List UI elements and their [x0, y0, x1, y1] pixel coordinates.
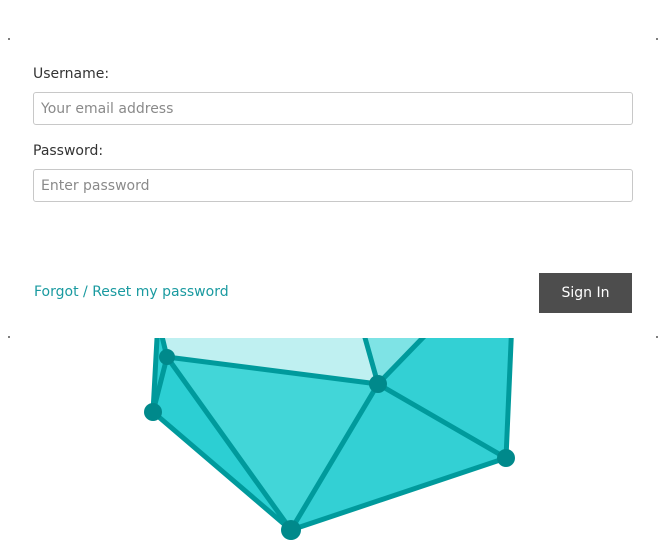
- forgot-password-link[interactable]: Forgot / Reset my password: [34, 284, 229, 300]
- sign-in-button[interactable]: Sign In: [539, 273, 632, 313]
- corner-marker: [8, 336, 10, 338]
- username-input[interactable]: [33, 92, 633, 125]
- login-panel: Username: Password: Forgot / Reset my pa…: [0, 0, 665, 338]
- corner-marker: [8, 38, 10, 40]
- corner-marker: [656, 38, 658, 40]
- login-page: Username: Password: Forgot / Reset my pa…: [0, 0, 665, 552]
- password-input[interactable]: [33, 169, 633, 202]
- username-label: Username:: [33, 66, 110, 82]
- password-label: Password:: [33, 143, 104, 159]
- corner-marker: [656, 336, 658, 338]
